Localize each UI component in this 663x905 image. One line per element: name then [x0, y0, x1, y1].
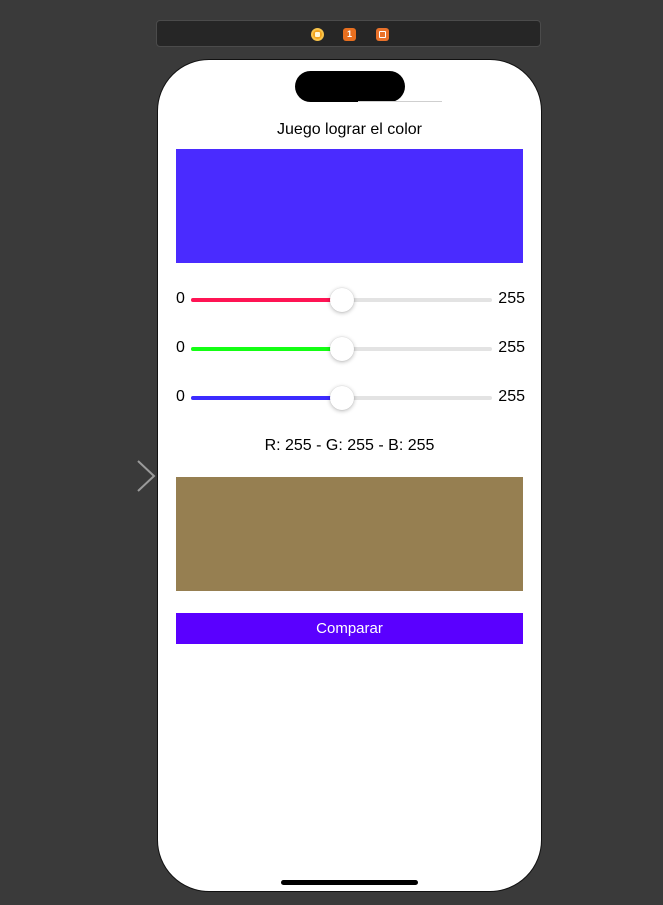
blue-slider-row: 0 255 — [176, 382, 525, 412]
iphone-canvas: Juego lograr el color 0 255 0 255 0 255 … — [157, 59, 542, 892]
first-responder-icon[interactable]: 1 — [343, 28, 356, 41]
red-max-label: 255 — [498, 290, 525, 307]
green-slider-fill — [191, 347, 342, 351]
view-controller-icon[interactable] — [311, 28, 324, 41]
red-slider[interactable] — [191, 288, 492, 312]
blue-slider-fill — [191, 396, 342, 400]
exit-icon[interactable] — [376, 28, 389, 41]
green-max-label: 255 — [498, 339, 525, 356]
safe-area-divider — [358, 101, 442, 102]
green-slider[interactable] — [191, 337, 492, 361]
scene-dock: 1 — [156, 20, 541, 47]
green-slider-thumb[interactable] — [329, 337, 354, 361]
player-color-swatch — [176, 477, 523, 591]
page-title: Juego lograr el color — [277, 121, 422, 138]
compare-button[interactable]: Comparar — [176, 613, 523, 644]
blue-max-label: 255 — [498, 388, 525, 405]
entry-point-arrow-icon — [66, 460, 156, 492]
dynamic-island — [295, 71, 405, 102]
red-min-label: 0 — [176, 290, 185, 307]
red-slider-row: 0 255 — [176, 284, 525, 314]
blue-slider-thumb[interactable] — [329, 386, 354, 410]
red-slider-fill — [191, 298, 342, 302]
blue-slider[interactable] — [191, 386, 492, 410]
target-color-swatch — [176, 149, 523, 263]
green-slider-row: 0 255 — [176, 333, 525, 363]
home-indicator — [281, 880, 418, 885]
green-min-label: 0 — [176, 339, 185, 356]
rgb-value-label: R: 255 - G: 255 - B: 255 — [264, 437, 435, 454]
red-slider-thumb[interactable] — [329, 288, 354, 312]
blue-min-label: 0 — [176, 388, 185, 405]
